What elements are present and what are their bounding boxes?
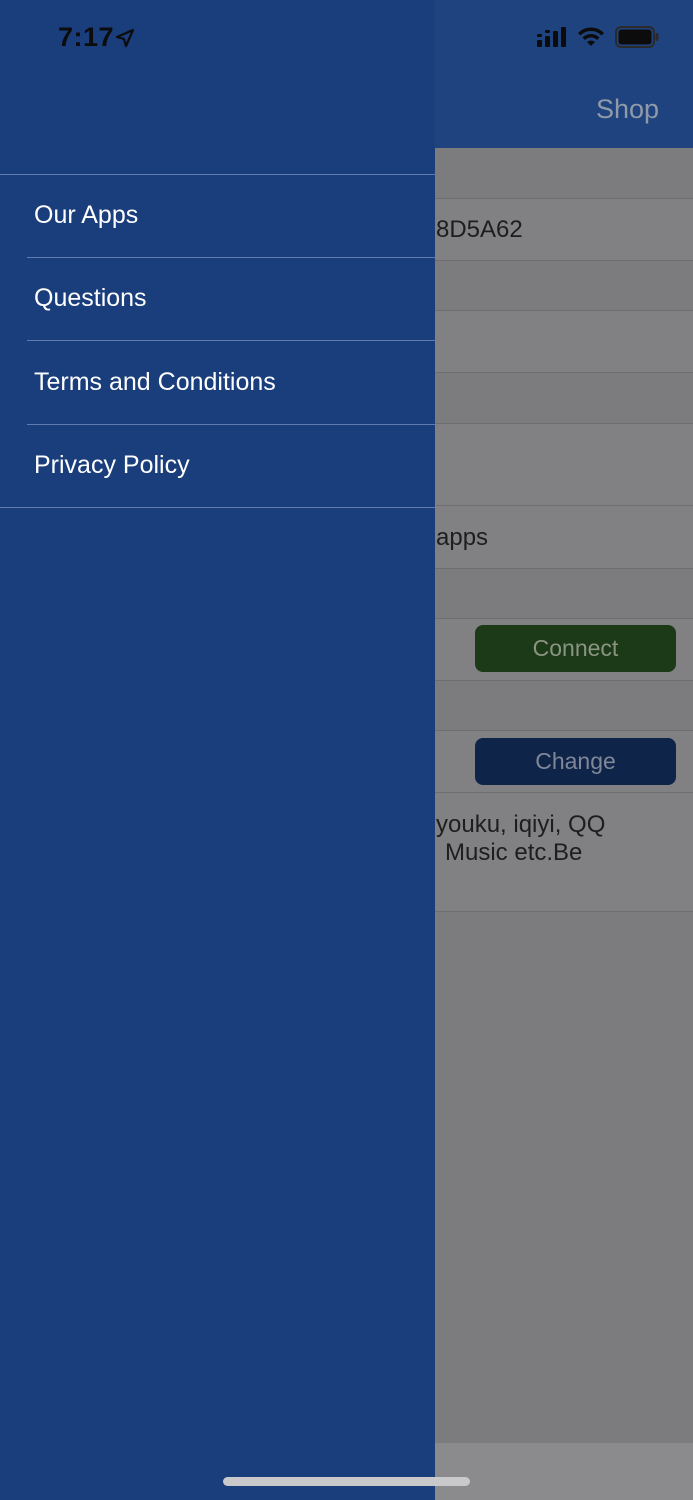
menu-item-our-apps[interactable]: Our Apps: [0, 175, 435, 258]
status-icons: [537, 26, 659, 48]
menu-item-terms-and-conditions[interactable]: Terms and Conditions: [0, 342, 435, 425]
menu-item-privacy-policy[interactable]: Privacy Policy: [0, 425, 435, 508]
change-button[interactable]: Change: [475, 738, 676, 785]
device-id-value: 8D5A62: [436, 216, 523, 243]
shop-button[interactable]: Shop: [596, 94, 659, 125]
row-divider: [436, 505, 693, 506]
menu-separator: [27, 340, 435, 341]
menu-item-questions[interactable]: Questions: [0, 258, 435, 341]
status-time: 7:17: [58, 22, 115, 52]
location-arrow-icon: [115, 28, 135, 48]
apps-row-label: apps: [436, 524, 489, 551]
menu-item-label: Questions: [34, 284, 147, 312]
navigation-drawer: 7:17 Our Apps Questions Terms and Condit…: [0, 0, 435, 1500]
battery-icon: [615, 26, 659, 48]
cellular-signal-icon: [537, 27, 566, 47]
menu-item-label: Terms and Conditions: [34, 368, 276, 396]
menu-item-label: Our Apps: [34, 201, 139, 229]
description-line-1: youku, iqiyi, QQ: [436, 811, 606, 838]
home-indicator[interactable]: [223, 1477, 470, 1486]
wifi-icon: [578, 27, 604, 46]
menu-separator: [0, 507, 435, 508]
connect-button[interactable]: Connect: [475, 625, 676, 672]
description-line-2: Music etc.Be: [445, 839, 583, 866]
menu-item-label: Privacy Policy: [34, 451, 190, 479]
